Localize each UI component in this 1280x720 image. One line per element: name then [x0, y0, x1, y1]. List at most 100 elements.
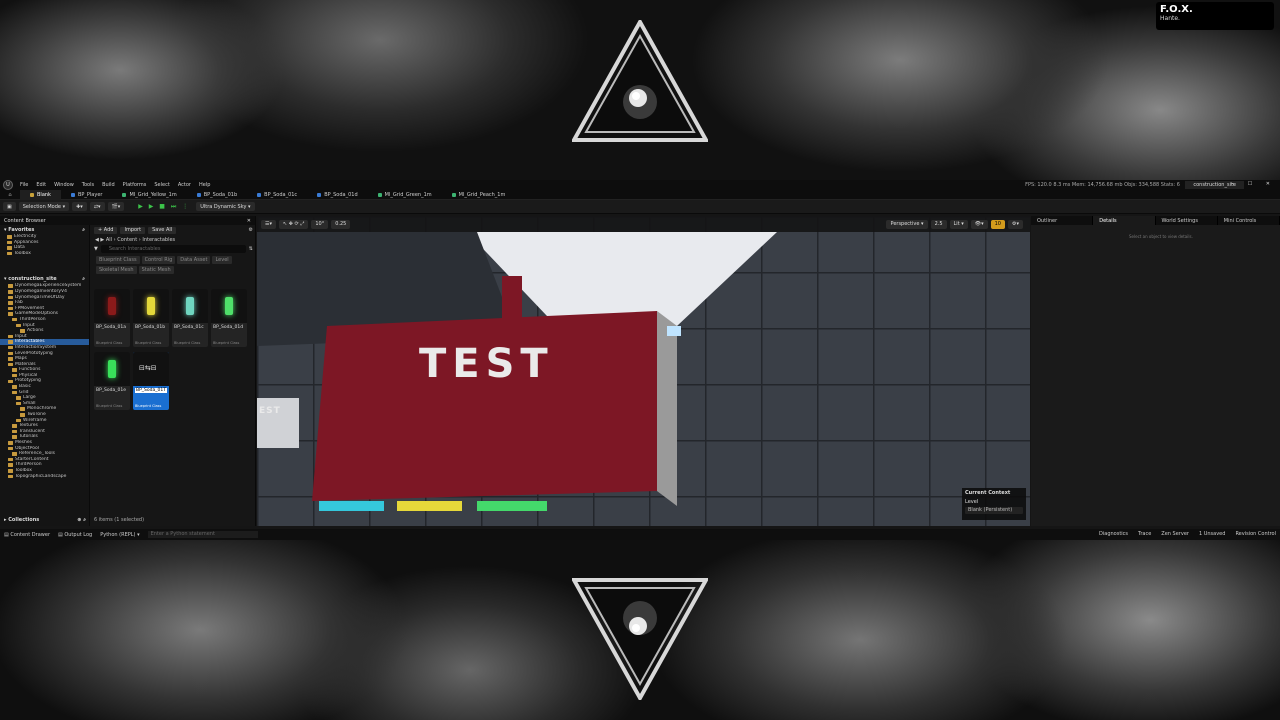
favorite-item[interactable]: Toolbox — [0, 251, 89, 257]
save-icon[interactable]: ▣ — [3, 202, 16, 211]
asset-tile[interactable]: ⊟⇆⊟ BP_Soda_01T Blueprint Class — [133, 352, 169, 410]
right-panel-tab[interactable]: Outliner — [1031, 216, 1094, 225]
status-right: Diagnostics Trace Zen Server 1 Unsaved R… — [1099, 531, 1276, 537]
trace-button[interactable]: Trace — [1138, 531, 1151, 537]
asset-tile[interactable]: BP_Soda_01d Blueprint Class — [211, 289, 247, 347]
asset-search-input[interactable]: Search Interactables — [100, 245, 246, 253]
import-button[interactable]: Import — [120, 226, 146, 234]
camera-speed[interactable]: 2.5 — [930, 219, 947, 229]
blueprint-icon[interactable]: ⇄▾ — [89, 202, 105, 211]
zen-server-button[interactable]: Zen Server — [1161, 531, 1189, 537]
context-level-dropdown[interactable]: Blank (Persistent) — [965, 507, 1023, 514]
sort-icon[interactable]: ⇅ — [249, 246, 253, 252]
save-all-button[interactable]: Save All — [148, 226, 177, 234]
menu-item-select[interactable]: Select — [154, 182, 169, 188]
filter-icon[interactable]: ▼ — [94, 246, 98, 252]
favorite-label: Toolbox — [14, 250, 31, 256]
document-tab[interactable]: MI_Grid_Peach_1m — [442, 190, 516, 200]
play-controls[interactable]: ▶ ▶ ■ ⏭ ⋮ — [138, 203, 190, 211]
asset-tile[interactable]: BP_Soda_01b Blueprint Class — [133, 289, 169, 347]
soda-can-icon — [108, 297, 116, 315]
diagnostics-button[interactable]: Diagnostics — [1099, 531, 1128, 537]
filter-chip[interactable]: Skeletal Mesh — [96, 266, 137, 274]
menu-item-help[interactable]: Help — [199, 182, 210, 188]
asset-tile[interactable]: BP_Soda_01c Blueprint Class — [172, 289, 208, 347]
lit-mode-dropdown[interactable]: Lit ▾ — [949, 219, 968, 229]
favorites-header[interactable]: ▾ Favorites ⌕ — [0, 225, 89, 234]
document-tab[interactable]: BP_Player — [61, 190, 113, 200]
unsaved-button[interactable]: 1 Unsaved — [1199, 531, 1225, 537]
viewport-menu-icon[interactable]: ☰▾ — [261, 219, 276, 229]
cinematics-icon[interactable]: 🎬▾ — [107, 202, 125, 211]
folder-icon — [16, 323, 21, 328]
add-button[interactable]: + Add — [94, 226, 118, 234]
favorites-label: Favorites — [8, 226, 35, 233]
revision-control-button[interactable]: Revision Control — [1235, 531, 1276, 537]
window-controls[interactable]: – ☐ ✕ — [1232, 181, 1276, 187]
settings-icon[interactable]: ⚙ — [249, 227, 253, 233]
level-viewport[interactable]: ☰▾ ↖ ✥ ⟳ ⤢ 10° 0.25 Perspective ▾ 2.5 Li… — [257, 216, 1030, 526]
asset-type-icon — [122, 192, 127, 197]
asset-name: BP_Soda_01e — [96, 388, 127, 393]
filter-chip[interactable]: Static Mesh — [138, 266, 174, 274]
filter-chip[interactable]: Level — [212, 256, 232, 264]
menu-item-tools[interactable]: Tools — [82, 182, 94, 188]
breadcrumb-item[interactable]: Content — [117, 237, 137, 243]
snap-angle[interactable]: 10° — [311, 219, 329, 229]
asset-name: BP_Soda_01T — [135, 388, 167, 393]
folder-icon — [12, 424, 17, 428]
add-actor-icon[interactable]: ✚▾ — [72, 202, 87, 211]
history-icon[interactable]: ◀ ▶ — [95, 237, 106, 243]
document-tab[interactable]: Blank — [20, 189, 61, 200]
folder-icon — [8, 351, 13, 356]
folder-icon — [12, 317, 17, 322]
filter-chip[interactable]: Data Asset — [177, 256, 211, 264]
menu-item-platforms[interactable]: Platforms — [123, 182, 147, 188]
document-tab[interactable]: BP_Soda_01d — [307, 190, 367, 200]
right-panel-tab-label: Mini Controls — [1223, 217, 1257, 224]
right-panel-tab[interactable]: Details — [1093, 216, 1156, 225]
snap-scale[interactable]: 0.25 — [331, 219, 351, 229]
filter-chip[interactable]: Blueprint Class — [96, 256, 140, 264]
console-input[interactable]: Enter a Python statement — [147, 531, 258, 538]
unreal-logo-icon[interactable]: U — [3, 180, 13, 190]
menu-item-build[interactable]: Build — [102, 182, 115, 188]
add-collection-icon[interactable]: ⊕ ⌕ — [77, 517, 86, 523]
details-panel: Outliner Details World Settings Mini Contro… — [1031, 216, 1280, 526]
document-tab[interactable]: MI_Grid_Yellow_1m — [112, 190, 186, 200]
folder-icon — [12, 385, 17, 389]
grid-size[interactable]: 10 — [990, 219, 1005, 229]
menu-item-actor[interactable]: Actor — [178, 182, 191, 188]
right-panel-tab[interactable]: Mini Controls — [1218, 216, 1280, 225]
asset-tile[interactable]: BP_Soda_01e Blueprint Class — [94, 352, 130, 410]
selection-mode-dropdown[interactable]: Selection Mode ▾ — [18, 202, 70, 211]
python-mode-dropdown[interactable]: Python (REPL) ▾ — [100, 532, 139, 538]
content-drawer-button[interactable]: ▤ Content Drawer — [4, 532, 50, 538]
filter-chip[interactable]: Control Rig — [141, 256, 176, 264]
asset-tile[interactable]: BP_Soda_01a Blueprint Class — [94, 289, 130, 347]
menu-item-file[interactable]: File — [20, 182, 28, 188]
viewport-settings-icon[interactable]: ⚙▾ — [1008, 219, 1023, 229]
folder-tree-item[interactable]: TopographicLandscape — [0, 474, 89, 480]
asset-type-icon — [317, 192, 322, 197]
home-icon[interactable]: ⌂ — [0, 192, 20, 198]
menu-item-window[interactable]: Window — [54, 182, 74, 188]
right-panel-tab[interactable]: World Settings — [1156, 216, 1218, 225]
collections-header[interactable]: ▸ Collections ⊕ ⌕ — [0, 515, 90, 524]
menu-item-edit[interactable]: Edit — [36, 182, 46, 188]
output-log-button[interactable]: ▤ Output Log — [58, 532, 92, 538]
project-header[interactable]: ▾ construction_site ⌕ — [0, 274, 89, 283]
search-icon[interactable]: ⌕ — [82, 276, 85, 282]
transform-tools[interactable]: ↖ ✥ ⟳ ⤢ — [279, 219, 309, 229]
document-tab[interactable]: MI_Grid_Green_1m — [368, 190, 442, 200]
breadcrumb-item[interactable]: Interactables — [142, 237, 175, 243]
show-flags-icon[interactable]: 👁▾ — [970, 219, 988, 229]
search-icon[interactable]: ⌕ — [82, 227, 85, 233]
document-tab[interactable]: BP_Soda_01b — [187, 190, 247, 200]
sky-quality-dropdown[interactable]: Ultra Dynamic Sky ▾ — [196, 202, 255, 211]
perspective-dropdown[interactable]: Perspective ▾ — [886, 219, 928, 229]
document-tab[interactable]: BP_Soda_01c — [247, 190, 307, 200]
content-drawer-label: Content Drawer — [10, 531, 50, 538]
folder-icon — [16, 418, 21, 423]
close-icon[interactable]: ✕ — [247, 218, 251, 224]
